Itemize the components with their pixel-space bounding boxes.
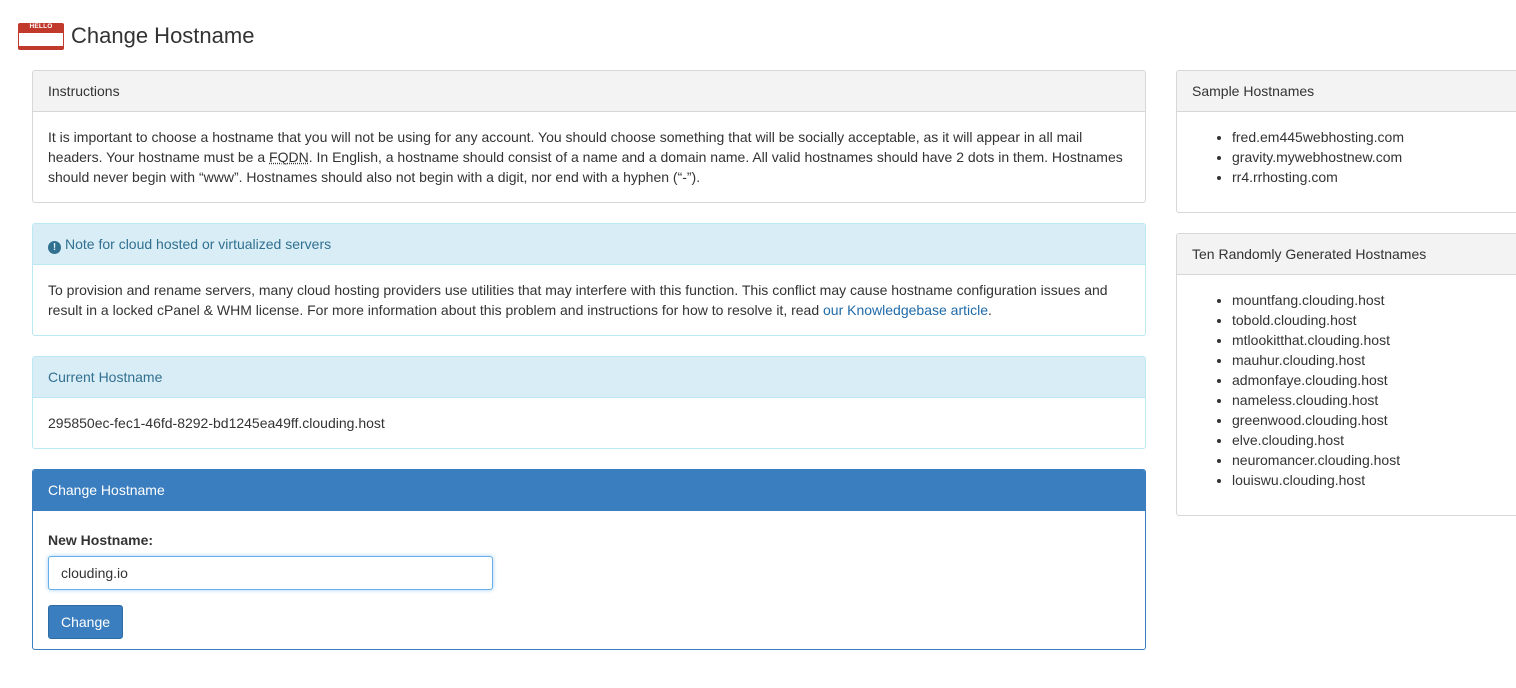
list-item: nameless.clouding.host [1232,390,1505,410]
list-item: gravity.mywebhostnew.com [1232,147,1505,167]
change-button[interactable]: Change [48,605,124,639]
page-header: HELLO Change Hostname [18,18,254,54]
new-hostname-input[interactable] [48,556,493,590]
current-hostname-heading: Current Hostname [33,357,1145,398]
list-item: greenwood.clouding.host [1232,410,1505,430]
list-item: neuromancer.clouding.host [1232,450,1505,470]
random-hostnames-list: mountfang.clouding.host tobold.clouding.… [1192,290,1505,490]
exclamation-circle-icon: ! [48,241,61,254]
sample-hostnames-list: fred.em445webhosting.com gravity.mywebho… [1192,127,1505,187]
list-item: rr4.rrhosting.com [1232,167,1505,187]
sample-hostnames-heading: Sample Hostnames [1177,71,1516,112]
change-hostname-panel: Change Hostname New Hostname: Change [32,469,1146,650]
list-item: fred.em445webhosting.com [1232,127,1505,147]
random-hostnames-panel: Ten Randomly Generated Hostnames mountfa… [1176,233,1516,516]
knowledgebase-link[interactable]: our Knowledgebase article [823,302,988,318]
cloud-note-text: To provision and rename servers, many cl… [48,282,1108,318]
list-item: admonfaye.clouding.host [1232,370,1505,390]
change-hostname-form: New Hostname: Change [33,511,1145,649]
list-item: mountfang.clouding.host [1232,290,1505,310]
cloud-note-heading: ! Note for cloud hosted or virtualized se… [33,224,1145,265]
instructions-panel: Instructions It is important to choose a… [32,70,1146,203]
current-hostname-panel: Current Hostname 295850ec-fec1-46fd-8292… [32,356,1146,449]
list-item: elve.clouding.host [1232,430,1505,450]
sample-hostnames-panel: Sample Hostnames fred.em445webhosting.co… [1176,70,1516,213]
current-hostname-value: 295850ec-fec1-46fd-8292-bd1245ea49ff.clo… [48,415,385,431]
list-item: louiswu.clouding.host [1232,470,1505,490]
hello-tag-icon: HELLO [18,20,64,52]
random-hostnames-heading: Ten Randomly Generated Hostnames [1177,234,1516,275]
instructions-heading: Instructions [33,71,1145,112]
list-item: mauhur.clouding.host [1232,350,1505,370]
list-item: mtlookitthat.clouding.host [1232,330,1505,350]
fqdn-abbr: FQDN [269,149,309,165]
instructions-text: It is important to choose a hostname tha… [48,129,1123,185]
list-item: tobold.clouding.host [1232,310,1505,330]
cloud-note-panel: ! Note for cloud hosted or virtualized se… [32,223,1146,336]
change-hostname-heading: Change Hostname [33,470,1145,511]
new-hostname-label: New Hostname: [48,532,154,548]
page-title: Change Hostname [71,23,255,48]
